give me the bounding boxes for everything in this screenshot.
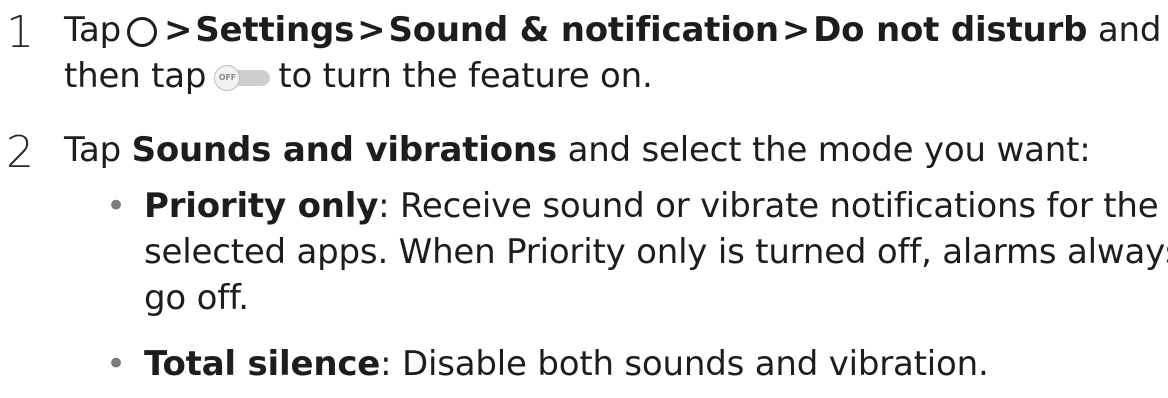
- term-priority-only: Priority only: [144, 186, 379, 226]
- path-sound-notification: Sound & notification: [388, 10, 779, 50]
- bullet-dot: •: [106, 186, 126, 226]
- path-do-not-disturb: Do not disturb: [813, 10, 1088, 50]
- step-2-body: Tap Sounds and vibrations and select the…: [64, 128, 1168, 174]
- toggle-off-icon: OFF: [214, 65, 272, 91]
- bullet-2-line-1: Total silence: Disable both sounds and v…: [144, 342, 1168, 388]
- bullet-dot: •: [106, 344, 126, 384]
- step-1-line-1: Tap >Settings>Sound & notification>Do not…: [64, 8, 1168, 54]
- toggle-knob: OFF: [214, 65, 241, 91]
- turn-on-text: to turn the feature on.: [278, 56, 653, 96]
- silence-desc: : Disable both sounds and vibration.: [380, 344, 989, 384]
- circle-home-icon: [126, 17, 157, 47]
- bullet-text: Priority only: Receive sound or vibrate …: [144, 184, 1168, 322]
- and-word: and: [1097, 10, 1162, 50]
- select-mode-text: and select the mode you want:: [567, 130, 1091, 170]
- tap-word: Tap: [64, 130, 121, 170]
- bullet-text: Total silence: Disable both sounds and v…: [144, 342, 1168, 388]
- path-separator: >: [781, 10, 811, 50]
- tap-word: Tap: [64, 10, 121, 50]
- priority-desc-3: go off.: [144, 278, 249, 318]
- bullet-1-line-2: selected apps. When Priority only is tur…: [144, 230, 1168, 276]
- step-2-line-1: Tap Sounds and vibrations and select the…: [64, 128, 1168, 174]
- priority-desc-1: : Receive sound or vibrate notifications…: [378, 186, 1159, 226]
- step-number: 1: [6, 7, 34, 58]
- step-number: 2: [6, 127, 34, 178]
- then-tap-text: then tap: [64, 56, 207, 96]
- priority-desc-2: selected apps. When Priority only is tur…: [144, 232, 1168, 272]
- term-total-silence: Total silence: [144, 344, 381, 384]
- step-1-body: Tap >Settings>Sound & notification>Do not…: [64, 8, 1168, 100]
- path-separator: >: [163, 10, 193, 50]
- step-1-line-2: then tap OFF to turn the feature on.: [64, 54, 1168, 100]
- sounds-and-vibrations: Sounds and vibrations: [131, 130, 558, 170]
- path-separator: >: [357, 10, 386, 50]
- path-settings: Settings: [195, 10, 355, 50]
- bullet-1-line-3: go off.: [144, 276, 1168, 322]
- bullet-1-line-1: Priority only: Receive sound or vibrate …: [144, 184, 1168, 230]
